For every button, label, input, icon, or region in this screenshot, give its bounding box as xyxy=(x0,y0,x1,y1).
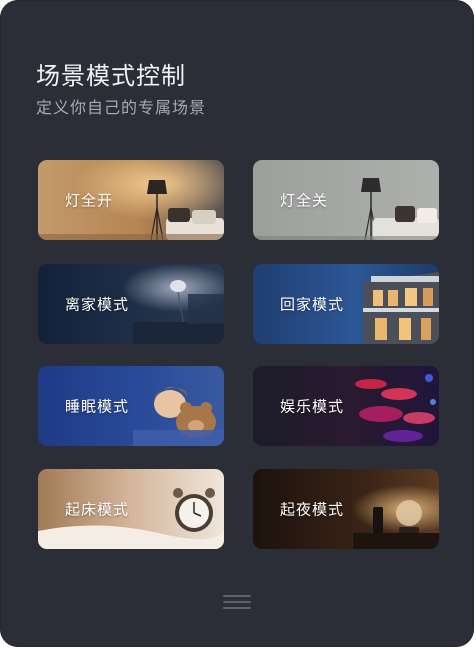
scene-label: 睡眠模式 xyxy=(65,397,130,416)
scene-label: 起夜模式 xyxy=(280,500,345,519)
scene-label: 回家模式 xyxy=(280,295,345,314)
scene-card-night-mode[interactable]: 起夜模式 xyxy=(253,469,439,549)
menu-icon[interactable] xyxy=(221,591,253,613)
page-subtitle: 定义你自己的专属场景 xyxy=(36,98,207,117)
scene-card-away-mode[interactable]: 离家模式 xyxy=(38,264,224,344)
scene-control-panel: 场景模式控制 定义你自己的专属场景 灯全开 灯全关 离家模式 回家模式 睡眠模式… xyxy=(0,0,474,647)
scene-card-home-mode[interactable]: 回家模式 xyxy=(253,264,439,344)
page-title: 场景模式控制 xyxy=(36,62,186,90)
scene-label: 娱乐模式 xyxy=(280,397,345,416)
scene-card-sleep-mode[interactable]: 睡眠模式 xyxy=(38,366,224,446)
scene-card-lights-on[interactable]: 灯全开 xyxy=(38,160,224,240)
scene-card-wake-up-mode[interactable]: 起床模式 xyxy=(38,469,224,549)
scene-label: 离家模式 xyxy=(65,295,130,314)
scene-card-lights-off[interactable]: 灯全关 xyxy=(253,160,439,240)
scene-label: 灯全开 xyxy=(65,191,114,210)
scene-label: 起床模式 xyxy=(65,500,130,519)
scene-card-entertainment-mode[interactable]: 娱乐模式 xyxy=(253,366,439,446)
scene-label: 灯全关 xyxy=(280,191,329,210)
